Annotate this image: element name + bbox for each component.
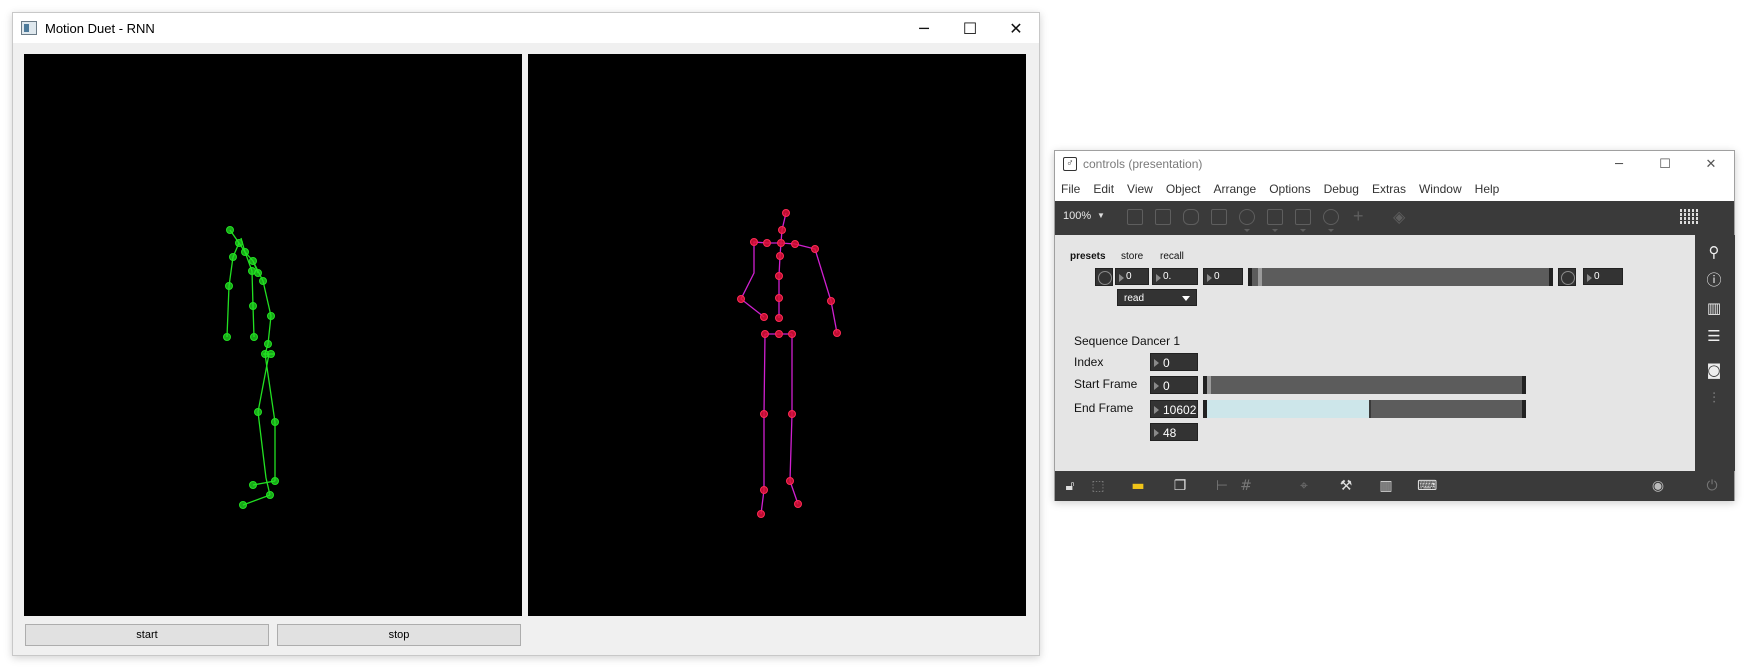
snap-icon[interactable]: ⌖ [1295, 477, 1313, 495]
minimize-button[interactable]: ─ [1596, 151, 1642, 177]
right-sidebar: ⚲ ⓘ ▥ ☰ ◙ ⫶ [1695, 235, 1735, 471]
zoom-level[interactable]: 100% [1063, 210, 1091, 222]
preset-slider[interactable] [1248, 268, 1553, 286]
windows-icon[interactable]: ❐ [1171, 477, 1189, 495]
toggle-icon[interactable] [1211, 209, 1227, 225]
maximize-button[interactable]: ☐ [1642, 151, 1688, 177]
new-object-icon[interactable] [1127, 209, 1143, 225]
menu-view[interactable]: View [1127, 182, 1153, 196]
search-icon[interactable]: ⚲ [1705, 243, 1723, 261]
preset-output-bang[interactable] [1558, 268, 1576, 286]
mixer-icon[interactable]: ⫶ [1705, 389, 1723, 407]
number-icon[interactable] [1267, 209, 1283, 232]
sequence-title: Sequence Dancer 1 [1074, 334, 1181, 348]
preset-bang-button[interactable] [1095, 268, 1113, 286]
window-title: Motion Duet - RNN [45, 20, 155, 36]
start-frame-slider[interactable] [1203, 376, 1526, 394]
minimize-button[interactable]: ─ [901, 13, 947, 43]
extra-number-box[interactable]: 48 [1150, 423, 1198, 441]
max-app-icon: ♂ [1063, 157, 1077, 171]
audio-engine-icon[interactable]: ◉ [1649, 477, 1667, 495]
preset-value-box[interactable]: 0 [1203, 268, 1243, 285]
window-title: controls (presentation) [1083, 157, 1203, 171]
menu-options[interactable]: Options [1269, 182, 1310, 196]
toolbar: 100% ▼ + ◈ [1055, 201, 1734, 235]
title-bar: Motion Duet - RNN ─ ☐ ✕ [13, 13, 1039, 43]
menu-arrange[interactable]: Arrange [1214, 182, 1257, 196]
button-object-icon[interactable] [1239, 209, 1255, 232]
menu-debug[interactable]: Debug [1324, 182, 1359, 196]
menu-bar: File Edit View Object Arrange Options De… [1055, 177, 1734, 201]
grid-icon[interactable]: # [1237, 477, 1255, 495]
close-button[interactable]: ✕ [993, 13, 1039, 43]
snapshot-camera-icon[interactable]: ◙ [1705, 361, 1723, 379]
dial-icon[interactable] [1323, 209, 1339, 232]
recall-label: recall [1160, 251, 1184, 262]
keyboard-icon[interactable]: ⌨ [1417, 477, 1437, 495]
info-icon[interactable]: ⓘ [1705, 271, 1723, 289]
store-label: store [1121, 251, 1144, 262]
recall-number-box[interactable]: 0. [1152, 268, 1198, 285]
dancer-canvas-left [24, 54, 522, 616]
keyboard-grid-icon[interactable] [1680, 209, 1700, 225]
wrench-icon[interactable]: ⚒ [1337, 477, 1355, 495]
index-number-box[interactable]: 0 [1150, 353, 1198, 371]
dancer-canvas-right [528, 54, 1026, 616]
start-frame-slider-knob[interactable] [1207, 376, 1211, 394]
motion-duet-window: Motion Duet - RNN ─ ☐ ✕ start stop [12, 12, 1040, 656]
menu-window[interactable]: Window [1419, 182, 1462, 196]
stop-button[interactable]: stop [277, 624, 521, 646]
close-button[interactable]: ✕ [1688, 151, 1734, 177]
debug-icon[interactable]: ⊢ [1213, 477, 1231, 495]
menu-help[interactable]: Help [1475, 182, 1500, 196]
end-frame-box[interactable]: 10602 [1150, 400, 1198, 418]
message-icon[interactable] [1155, 209, 1171, 225]
title-bar: ♂ controls (presentation) ─ ☐ ✕ [1055, 151, 1734, 177]
end-frame-slider-fill [1207, 400, 1371, 418]
presentation-icon[interactable]: ▬ [1129, 477, 1147, 495]
green-skeleton [223, 226, 279, 509]
start-frame-label: Start Frame [1074, 377, 1138, 391]
comment-icon[interactable] [1183, 209, 1199, 225]
read-menu[interactable]: read [1117, 289, 1197, 306]
bottom-toolbar: 🔓︎ ⬚ ▬ ❐ ⊢ # ⌖ ⚒ ▥ ⌨ ◉ ⏻ [1055, 471, 1734, 501]
paint-bucket-icon[interactable]: ◈ [1393, 207, 1405, 227]
maximize-button[interactable]: ☐ [947, 13, 993, 43]
slider-icon[interactable] [1295, 209, 1311, 232]
preset-output-box[interactable]: 0 [1583, 268, 1623, 285]
menu-edit[interactable]: Edit [1093, 182, 1114, 196]
presets-label: presets [1070, 251, 1106, 262]
magenta-skeleton [737, 209, 841, 518]
index-label: Index [1074, 355, 1104, 369]
start-button[interactable]: start [25, 624, 269, 646]
piano-icon[interactable]: ▥ [1377, 477, 1395, 495]
store-number-box[interactable]: 0 [1115, 268, 1149, 285]
start-frame-box[interactable]: 0 [1150, 376, 1198, 394]
end-frame-slider[interactable] [1203, 400, 1526, 418]
controls-window: ♂ controls (presentation) ─ ☐ ✕ File Edi… [1054, 150, 1735, 501]
reference-book-icon[interactable]: ▥ [1705, 299, 1723, 317]
power-icon[interactable]: ⏻ [1703, 477, 1721, 495]
lock-icon[interactable]: 🔓︎ [1061, 477, 1079, 495]
end-frame-slider-knob[interactable] [1369, 400, 1371, 418]
list-icon[interactable]: ☰ [1705, 327, 1723, 345]
zoom-dropdown-icon[interactable]: ▼ [1097, 211, 1105, 220]
patcher-canvas: presets store recall 0 0. 0 0 read Seque… [1055, 235, 1695, 471]
preset-slider-knob[interactable] [1258, 268, 1262, 286]
menu-object[interactable]: Object [1166, 182, 1201, 196]
menu-file[interactable]: File [1061, 182, 1080, 196]
end-frame-label: End Frame [1074, 401, 1134, 415]
menu-extras[interactable]: Extras [1372, 182, 1406, 196]
edit-mode-icon[interactable]: ⬚ [1089, 477, 1107, 495]
add-object-icon[interactable]: + [1353, 206, 1364, 227]
app-icon [21, 21, 37, 35]
